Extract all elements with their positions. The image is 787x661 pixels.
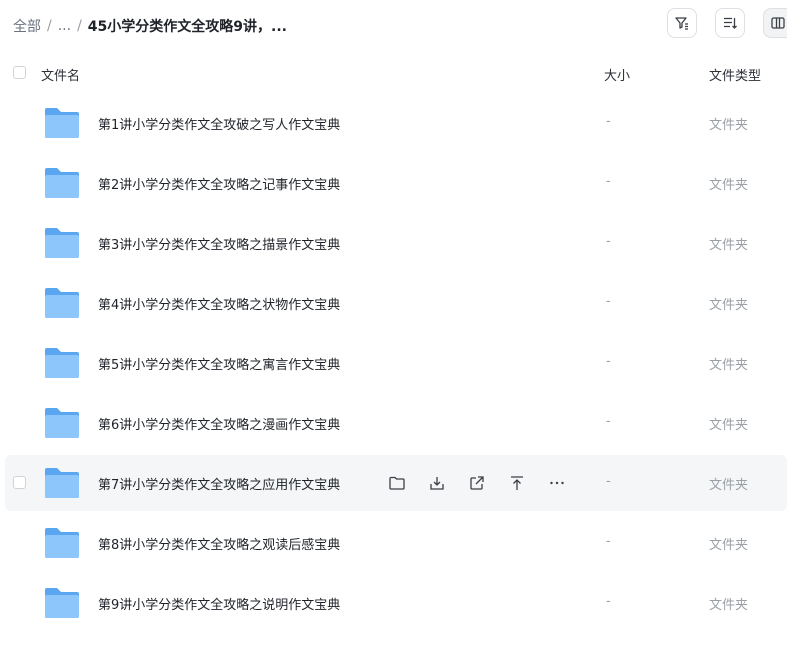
breadcrumb-current: 45小学分类作文全攻略9讲，...	[87, 19, 287, 35]
select-all-checkbox[interactable]	[13, 66, 26, 79]
file-type: 文件夹	[709, 178, 749, 193]
table-header: 文件名 大小 文件类型	[0, 60, 787, 86]
column-header-size[interactable]: 大小	[604, 65, 630, 84]
file-name[interactable]: 第1讲小学分类作文全攻破之写人作文宝典	[98, 114, 340, 133]
file-name[interactable]: 第3讲小学分类作文全攻略之描景作文宝典	[98, 234, 340, 253]
folder-icon	[43, 526, 81, 560]
file-type: 文件夹	[709, 298, 749, 313]
folder-icon	[43, 586, 81, 620]
file-name[interactable]: 第6讲小学分类作文全攻略之漫画作文宝典	[98, 414, 340, 433]
open-folder-icon[interactable]	[387, 473, 407, 493]
file-name[interactable]: 第7讲小学分类作文全攻略之应用作文宝典	[98, 474, 340, 493]
breadcrumb-separator: /	[47, 18, 52, 34]
file-size: -	[606, 294, 611, 309]
table-row[interactable]: 第1讲小学分类作文全攻破之写人作文宝典 - 文件夹	[5, 95, 787, 151]
table-row[interactable]: 第5讲小学分类作文全攻略之寓言作文宝典 - 文件夹	[5, 335, 787, 391]
file-type: 文件夹	[709, 118, 749, 133]
sort-icon	[724, 17, 737, 29]
column-header-name[interactable]: 文件名	[41, 65, 80, 84]
table-row[interactable]: 第6讲小学分类作文全攻略之漫画作文宝典 - 文件夹	[5, 395, 787, 451]
folder-icon	[43, 466, 81, 500]
file-name[interactable]: 第9讲小学分类作文全攻略之说明作文宝典	[98, 594, 340, 613]
folder-icon	[43, 226, 81, 260]
file-size: -	[606, 354, 611, 369]
file-size: -	[606, 594, 611, 609]
file-type: 文件夹	[709, 538, 749, 553]
folder-icon	[43, 106, 81, 140]
share-icon[interactable]	[467, 473, 487, 493]
folder-icon	[43, 406, 81, 440]
view-columns-button[interactable]	[763, 8, 787, 38]
file-name[interactable]: 第5讲小学分类作文全攻略之寓言作文宝典	[98, 354, 340, 373]
table-row[interactable]: 第4讲小学分类作文全攻略之状物作文宝典 - 文件夹	[5, 275, 787, 331]
file-size: -	[606, 474, 611, 489]
folder-icon	[43, 166, 81, 200]
file-name[interactable]: 第4讲小学分类作文全攻略之状物作文宝典	[98, 294, 340, 313]
more-icon[interactable]	[547, 473, 567, 493]
file-name[interactable]: 第2讲小学分类作文全攻略之记事作文宝典	[98, 174, 340, 193]
file-type: 文件夹	[709, 598, 749, 613]
table-row[interactable]: 第8讲小学分类作文全攻略之观读后感宝典 - 文件夹	[5, 515, 787, 571]
filter-icon	[675, 17, 688, 30]
folder-icon	[43, 346, 81, 380]
file-size: -	[606, 414, 611, 429]
filter-button[interactable]	[667, 8, 697, 38]
move-to-top-icon[interactable]	[507, 473, 527, 493]
table-row[interactable]: 第7讲小学分类作文全攻略之应用作文宝典 - 文件夹	[5, 455, 787, 511]
column-header-type[interactable]: 文件类型	[709, 65, 761, 84]
file-size: -	[606, 534, 611, 549]
file-type: 文件夹	[709, 358, 749, 373]
table-row[interactable]: 第2讲小学分类作文全攻略之记事作文宝典 - 文件夹	[5, 155, 787, 211]
sort-button[interactable]	[715, 8, 745, 38]
file-name[interactable]: 第8讲小学分类作文全攻略之观读后感宝典	[98, 534, 340, 553]
file-type: 文件夹	[709, 238, 749, 253]
breadcrumb-ellipsis[interactable]: ...	[58, 18, 71, 34]
table-row[interactable]: 第9讲小学分类作文全攻略之说明作文宝典 - 文件夹	[5, 575, 787, 631]
row-actions	[387, 473, 567, 493]
breadcrumb-separator: /	[77, 18, 82, 34]
view-columns-icon	[771, 17, 785, 29]
file-type: 文件夹	[709, 418, 749, 433]
file-type: 文件夹	[709, 478, 749, 493]
download-icon[interactable]	[427, 473, 447, 493]
folder-icon	[43, 286, 81, 320]
row-checkbox[interactable]	[13, 476, 26, 489]
breadcrumb-root[interactable]: 全部	[13, 16, 41, 36]
top-bar: 全部 / ... / 45小学分类作文全攻略9讲，...	[0, 0, 787, 52]
breadcrumb: 全部 / ... / 45小学分类作文全攻略9讲，...	[13, 16, 287, 36]
file-size: -	[606, 234, 611, 249]
file-size: -	[606, 114, 611, 129]
table-row[interactable]: 第3讲小学分类作文全攻略之描景作文宝典 - 文件夹	[5, 215, 787, 271]
file-size: -	[606, 174, 611, 189]
